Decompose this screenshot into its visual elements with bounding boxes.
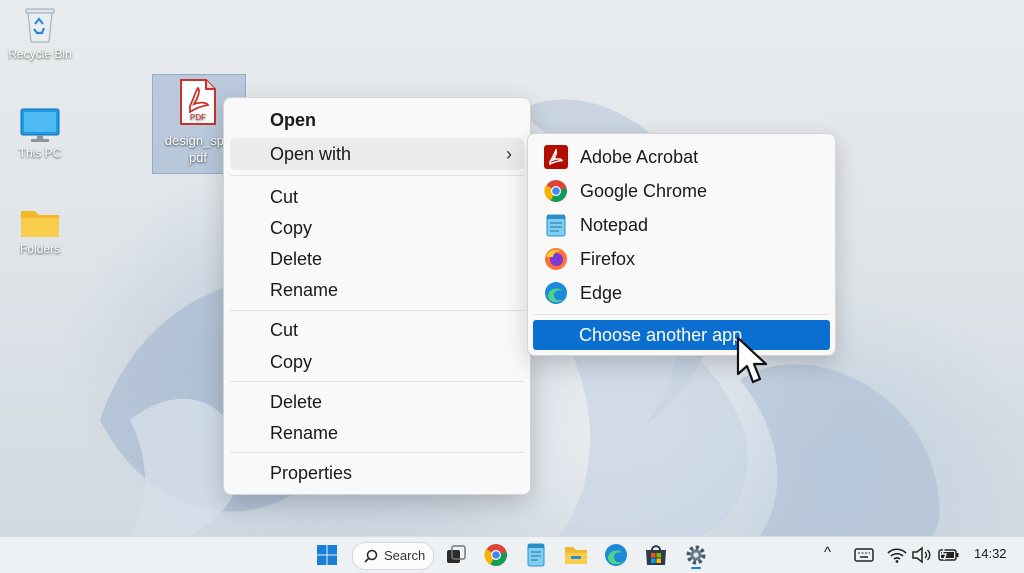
mouse-pointer-icon (736, 336, 768, 384)
pdf-badge-text: PDF (190, 113, 206, 122)
menu-item-label: Cut (270, 187, 299, 207)
menu-item-delete[interactable]: Delete (230, 386, 524, 418)
menu-item-label: Delete (270, 392, 323, 412)
edge-icon (545, 282, 567, 304)
submenu-divider (534, 314, 829, 315)
menu-item-rename[interactable]: Rename (230, 274, 524, 306)
edge-icon[interactable] (602, 541, 630, 569)
menu-item-cut[interactable]: Cut (230, 181, 524, 213)
menu-item-label: Open (270, 110, 317, 130)
settings-gear-icon[interactable] (682, 541, 710, 569)
submenu-item-label: Edge (580, 283, 623, 303)
menu-item-delete[interactable]: Delete (230, 243, 524, 275)
start-windows-icon[interactable] (313, 541, 341, 569)
chevron-up-icon[interactable]: ^ (824, 544, 831, 561)
desktop-icon-label: This PC (18, 146, 62, 160)
submenu-item-notepad[interactable]: Notepad (534, 208, 829, 242)
menu-item-rename[interactable]: Rename (230, 417, 524, 449)
folder-icon (21, 211, 59, 237)
menu-divider (230, 310, 524, 311)
menu-item-label: Rename (270, 423, 339, 443)
submenu-item-choose-another-app[interactable]: Choose another app (533, 320, 830, 350)
firefox-icon (545, 248, 567, 270)
desktop-icon-label: Folders (19, 242, 60, 256)
file-explorer-icon[interactable] (562, 541, 590, 569)
context-menu: Open Open with › Cut Copy Delete Rename … (223, 97, 531, 495)
search-label: Search (384, 548, 426, 563)
volume-icon[interactable] (910, 544, 932, 566)
submenu-item-google-chrome[interactable]: Google Chrome (534, 174, 829, 208)
battery-icon[interactable] (937, 544, 961, 566)
taskbar-clock[interactable]: 14:32 (974, 546, 1007, 561)
menu-item-open[interactable]: Open (230, 104, 524, 136)
desktop-icon-label: Recycle Bin (8, 47, 72, 61)
menu-item-label: Properties (270, 463, 353, 483)
taskbar-search-button[interactable]: Search (352, 542, 434, 570)
acrobat-icon (544, 145, 568, 169)
desktop-icon-this-pc[interactable]: This PC (0, 107, 82, 160)
submenu-item-firefox[interactable]: Firefox (534, 242, 829, 276)
menu-divider (230, 452, 524, 453)
search-icon (364, 549, 378, 563)
menu-item-label: Rename (270, 280, 339, 300)
submenu-item-edge[interactable]: Edge (534, 276, 829, 310)
submenu-item-label: Notepad (580, 215, 649, 235)
pdf-file-icon: PDF (180, 79, 216, 125)
notepad-icon (546, 214, 566, 237)
submenu-item-label: Adobe Acrobat (580, 147, 699, 167)
submenu-item-label: Firefox (580, 249, 636, 269)
task-view-icon[interactable] (442, 541, 470, 569)
menu-item-label: Delete (270, 249, 323, 269)
keyboard-icon[interactable] (852, 543, 876, 567)
menu-item-copy[interactable]: Copy (230, 346, 524, 378)
submenu-item-label: Choose another app (579, 325, 743, 345)
menu-divider (230, 175, 524, 176)
submenu-item-adobe-acrobat[interactable]: Adobe Acrobat (534, 140, 829, 174)
menu-item-label: Copy (270, 218, 313, 238)
desktop-icon-folders[interactable]: Folders (0, 205, 82, 256)
chrome-icon (544, 180, 567, 202)
menu-item-label: Copy (270, 352, 313, 372)
menu-divider (230, 381, 524, 382)
desktop-icon-recycle-bin[interactable]: Recycle Bin (0, 4, 82, 61)
chrome-icon[interactable] (482, 541, 510, 569)
recycle-bin-icon (25, 8, 55, 43)
menu-item-copy[interactable]: Copy (230, 212, 524, 244)
wifi-icon[interactable] (886, 544, 908, 566)
file-name-line1: design_spe (164, 133, 232, 148)
menu-item-open-with[interactable]: Open with › (230, 138, 524, 170)
notepad-icon[interactable] (522, 541, 550, 569)
open-with-submenu: Adobe Acrobat Google Chrome Notepad Fire… (527, 133, 836, 356)
menu-item-cut[interactable]: Cut (230, 314, 524, 346)
chevron-right-icon: › (506, 144, 512, 164)
menu-item-label: Open with (270, 144, 352, 164)
taskbar: Search ^ 14:32 (0, 536, 1024, 573)
submenu-item-label: Google Chrome (580, 181, 708, 201)
monitor-icon (20, 108, 60, 142)
menu-item-label: Cut (270, 320, 299, 340)
menu-item-properties[interactable]: Properties (230, 457, 524, 489)
microsoft-store-icon[interactable] (642, 541, 670, 569)
